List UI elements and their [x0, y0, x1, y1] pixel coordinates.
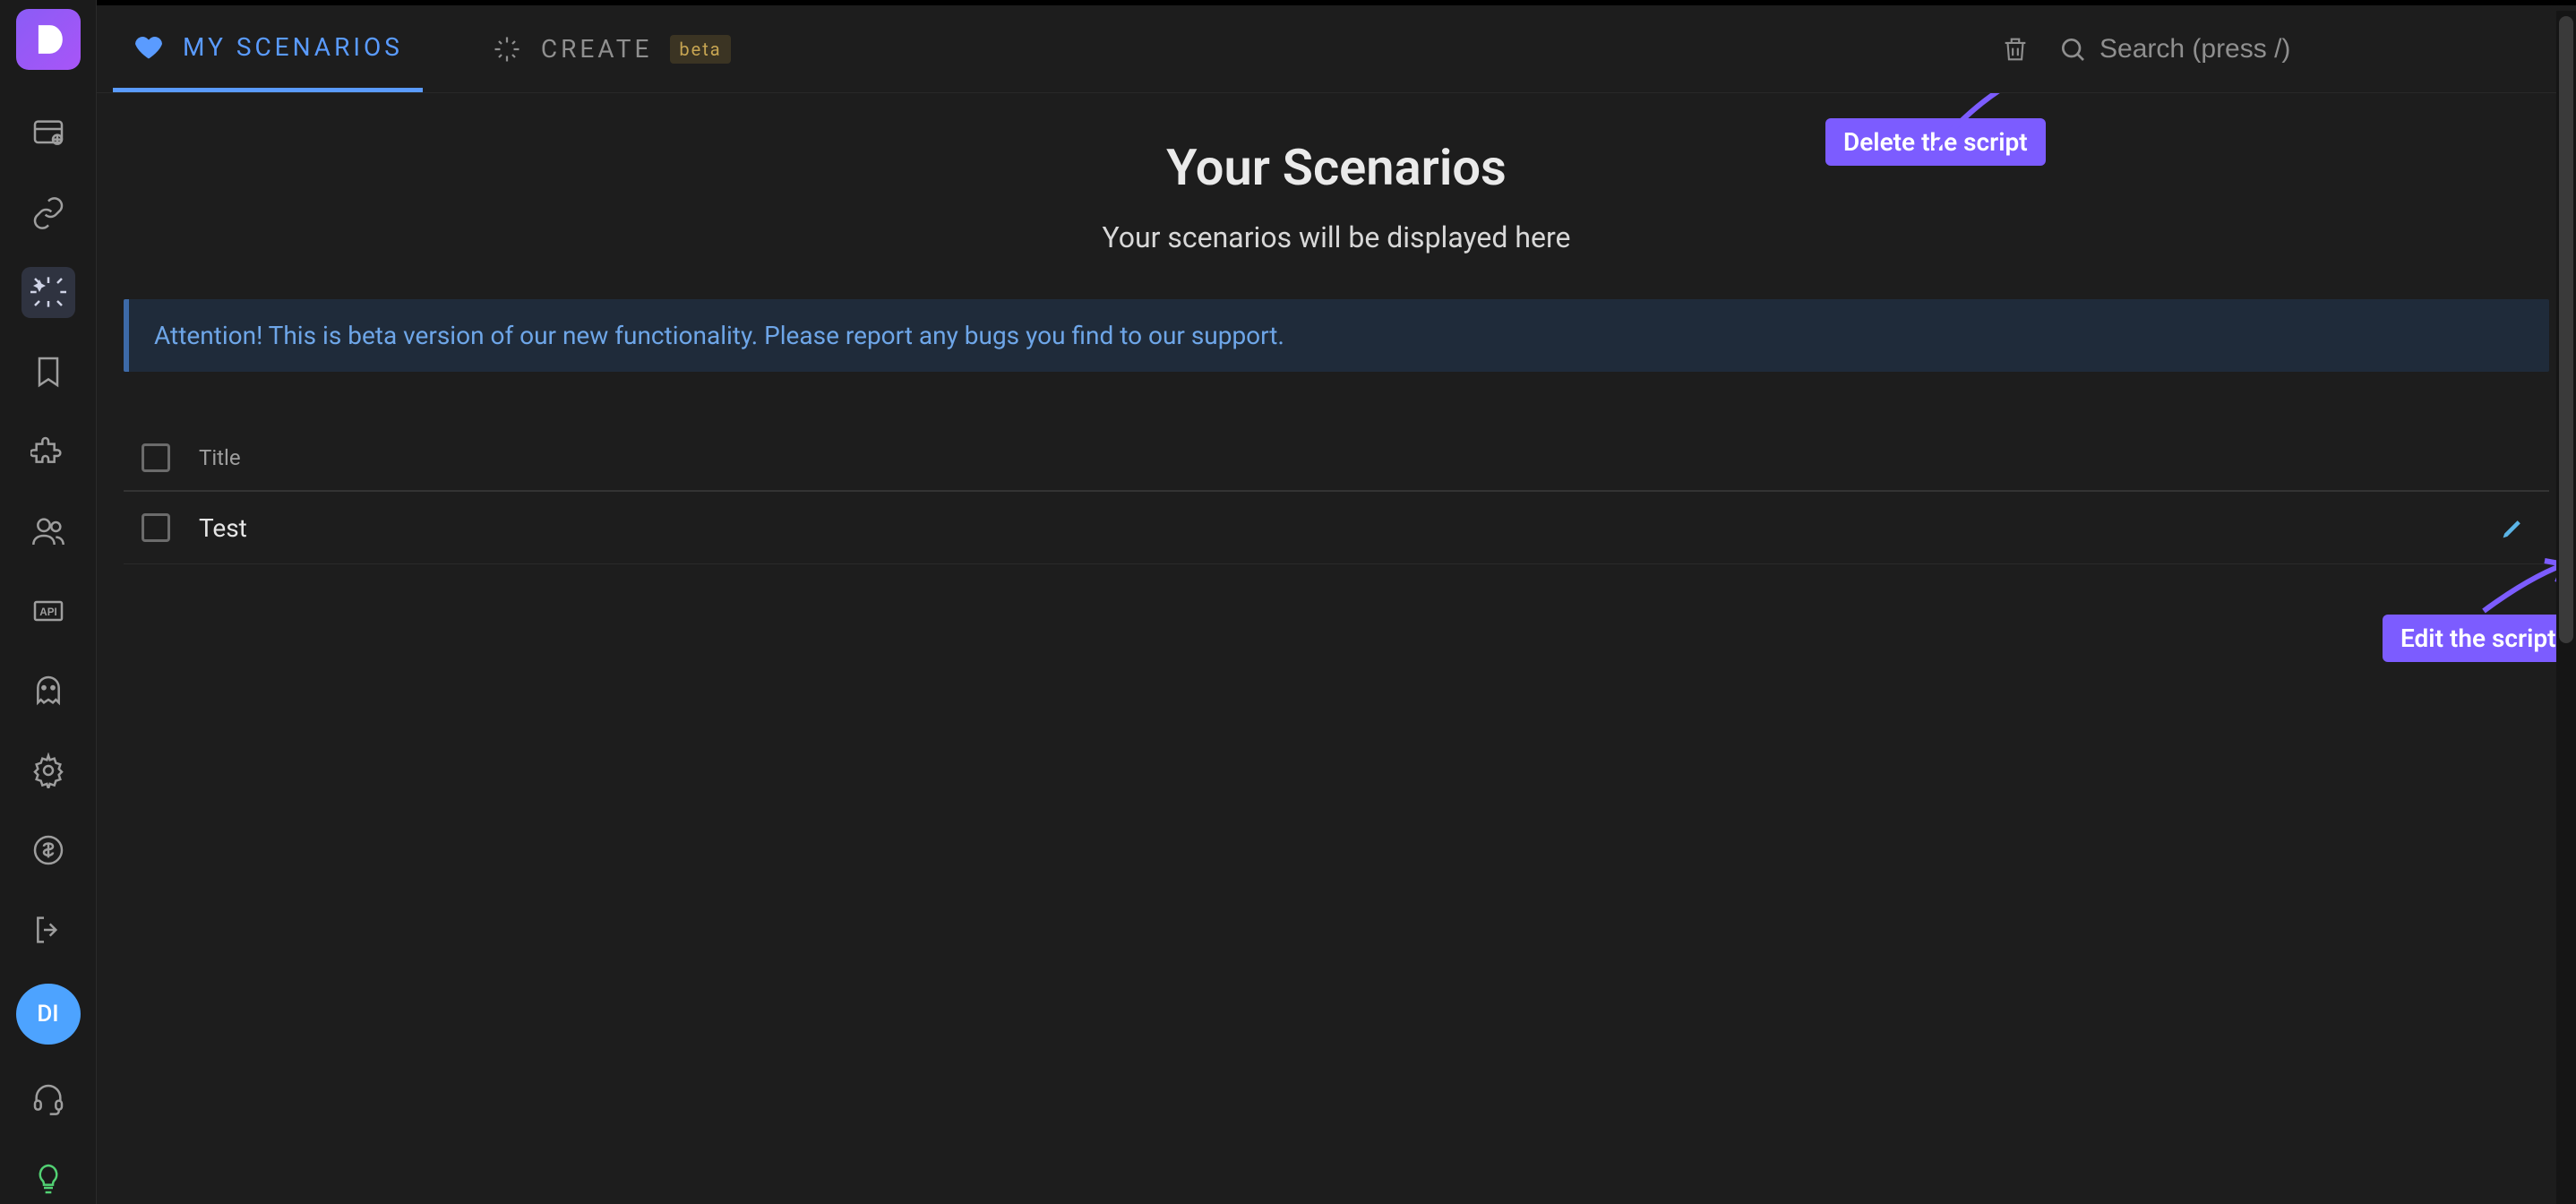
annotation-delete-tooltip: Delete the script	[1825, 118, 2046, 166]
tab-label: MY SCENARIOS	[183, 32, 403, 62]
logout-icon[interactable]	[21, 904, 75, 955]
ghost-icon[interactable]	[21, 666, 75, 717]
column-title: Title	[199, 445, 241, 470]
bookmark-icon[interactable]	[21, 347, 75, 398]
topbar: MY SCENARIOS CREATE beta	[97, 5, 2576, 93]
table-row[interactable]: Test	[124, 492, 2549, 564]
heart-icon	[133, 30, 165, 63]
row-checkbox[interactable]	[142, 513, 170, 542]
headset-icon[interactable]	[21, 1073, 75, 1124]
row-title: Test	[199, 513, 2467, 543]
scenarios-table: Title Test	[124, 426, 2549, 564]
tab-create[interactable]: CREATE beta	[471, 5, 751, 92]
delete-button[interactable]	[1994, 28, 2037, 71]
api-icon[interactable]: API	[21, 586, 75, 637]
search-icon	[2058, 35, 2087, 64]
beta-badge: beta	[670, 35, 730, 64]
scrollbar[interactable]	[2556, 11, 2576, 1204]
gear-icon[interactable]	[21, 744, 75, 796]
search-wrap	[2058, 34, 2560, 64]
content: Your Scenarios Your scenarios will be di…	[97, 93, 2576, 1204]
tab-my-scenarios[interactable]: MY SCENARIOS	[113, 5, 423, 92]
app-logo[interactable]	[16, 9, 81, 70]
tabs: MY SCENARIOS CREATE beta	[113, 5, 751, 92]
scrollbar-thumb[interactable]	[2559, 16, 2573, 643]
annotation-edit-tooltip: Edit the script	[2383, 615, 2574, 662]
lightbulb-icon[interactable]	[21, 1153, 75, 1204]
tab-label: CREATE	[541, 34, 653, 64]
svg-text:API: API	[39, 606, 56, 618]
edit-button[interactable]	[2495, 510, 2531, 546]
browser-icon[interactable]	[21, 108, 75, 159]
puzzle-icon[interactable]	[21, 426, 75, 477]
sparkle-small-icon	[491, 33, 523, 65]
main: MY SCENARIOS CREATE beta Your Scen	[97, 0, 2576, 1204]
link-icon[interactable]	[21, 187, 75, 238]
sidebar: API DI	[0, 0, 97, 1204]
table-header: Title	[124, 426, 2549, 492]
dollar-icon[interactable]	[21, 824, 75, 875]
avatar-initials: DI	[37, 1001, 58, 1028]
page-title: Your Scenarios	[124, 138, 2549, 197]
sparkle-icon[interactable]	[21, 267, 75, 318]
users-icon[interactable]	[21, 506, 75, 557]
select-all-checkbox[interactable]	[142, 443, 170, 472]
trash-icon	[2000, 34, 2031, 64]
pencil-icon	[2501, 515, 2526, 540]
search-input[interactable]	[2099, 34, 2560, 64]
beta-alert: Attention! This is beta version of our n…	[124, 299, 2549, 372]
page-subtitle: Your scenarios will be displayed here	[124, 220, 2549, 254]
avatar[interactable]: DI	[16, 984, 81, 1045]
